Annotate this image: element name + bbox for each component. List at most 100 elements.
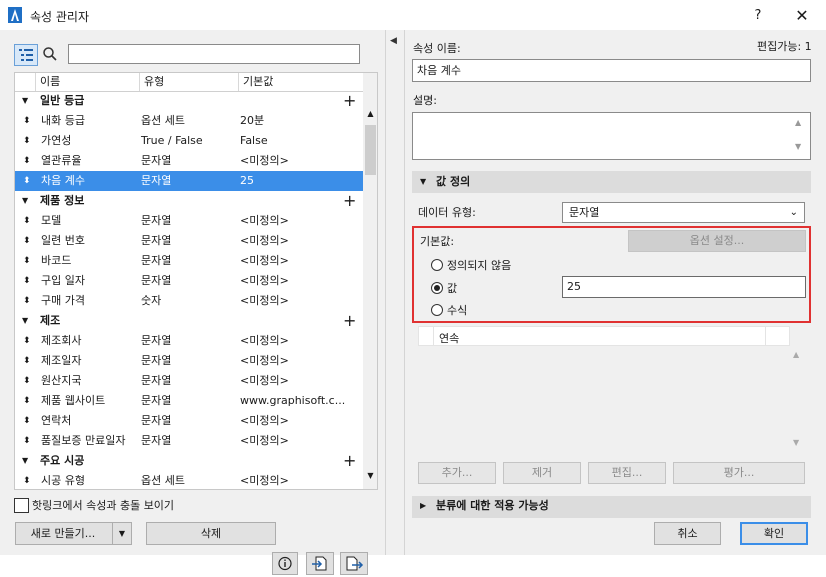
delete-button[interactable]: 삭제 <box>146 522 276 545</box>
property-row[interactable]: ⬍ 제조일자 문자열 <미정의> <box>15 351 363 371</box>
property-type-cell: 숫자 <box>141 294 162 307</box>
help-button[interactable]: ? <box>748 6 768 26</box>
group-row[interactable]: ▼ 제품 정보 + <box>15 191 363 211</box>
property-name-cell: 모델 <box>41 214 62 227</box>
reorder-handle-icon[interactable]: ⬍ <box>23 411 31 431</box>
reorder-handle-icon[interactable]: ⬍ <box>23 291 31 311</box>
add-property-plus-icon[interactable]: + <box>343 451 356 471</box>
option-settings-button[interactable]: 옵션 설정... <box>628 230 806 252</box>
property-type-cell: True / False <box>141 134 203 147</box>
property-row[interactable]: ⬍ 차음 계수 문자열 25 <box>15 171 363 191</box>
reorder-handle-icon[interactable]: ⬍ <box>23 151 31 171</box>
radio-undefined[interactable] <box>431 259 443 271</box>
property-name-cell: 내화 등급 <box>41 114 85 127</box>
add-property-plus-icon[interactable]: + <box>343 91 356 111</box>
reorder-handle-icon[interactable]: ⬍ <box>23 231 31 251</box>
reorder-handle-icon[interactable]: ⬍ <box>23 111 31 131</box>
property-row[interactable]: ⬍ 제품 웹사이트 문자열 www.graphisoft.c... <box>15 391 363 411</box>
export-button[interactable] <box>340 552 368 575</box>
dropdown-arrow-icon[interactable]: ▼ <box>112 523 131 544</box>
collapse-arrow-icon[interactable]: ▼ <box>22 451 28 471</box>
reorder-handle-icon[interactable]: ⬍ <box>23 211 31 231</box>
radio-value[interactable] <box>431 282 443 294</box>
reorder-handle-icon[interactable]: ⬍ <box>23 131 31 151</box>
property-default-cell: <미정의> <box>240 254 289 267</box>
table-scrollbar[interactable]: ▲ ▼ <box>363 73 377 489</box>
reorder-handle-icon[interactable]: ⬍ <box>23 351 31 371</box>
property-row[interactable]: ⬍ 원산지국 문자열 <미정의> <box>15 371 363 391</box>
property-row[interactable]: ⬍ 모델 문자열 <미정의> <box>15 211 363 231</box>
column-header-name[interactable]: 이름 <box>35 73 139 91</box>
reorder-handle-icon[interactable]: ⬍ <box>23 471 31 489</box>
description-scroll-up-icon[interactable]: ▲ <box>795 118 801 127</box>
close-button[interactable]: ✕ <box>792 6 812 26</box>
group-row[interactable]: ▼ 주요 시공 + <box>15 451 363 471</box>
property-name-cell: 구매 가격 <box>41 294 85 307</box>
group-row[interactable]: ▼ 일반 등급 + <box>15 91 363 111</box>
scroll-down-arrow-icon[interactable]: ▼ <box>363 471 377 485</box>
collapse-arrow-icon[interactable]: ▼ <box>22 311 28 331</box>
collapse-arrow-icon[interactable]: ▼ <box>22 91 28 111</box>
reorder-handle-icon[interactable]: ⬍ <box>23 391 31 411</box>
scroll-up-arrow-icon[interactable]: ▲ <box>363 109 377 123</box>
search-input[interactable] <box>68 44 360 64</box>
description-scroll-down-icon[interactable]: ▼ <box>795 142 801 151</box>
reorder-handle-icon[interactable]: ⬍ <box>23 251 31 271</box>
property-row[interactable]: ⬍ 일련 번호 문자열 <미정의> <box>15 231 363 251</box>
property-row[interactable]: ⬍ 구입 일자 문자열 <미정의> <box>15 271 363 291</box>
add-property-plus-icon[interactable]: + <box>343 191 356 211</box>
data-type-select[interactable]: 문자열 ⌄ <box>562 202 805 223</box>
import-button[interactable] <box>306 552 334 575</box>
group-label: 주요 시공 <box>40 454 85 467</box>
property-name-cell: 일련 번호 <box>41 234 85 247</box>
property-row[interactable]: ⬍ 내화 등급 옵션 세트 20분 <box>15 111 363 131</box>
remove-value-button[interactable]: 제거 <box>503 462 581 484</box>
property-row[interactable]: ⬍ 가연성 True / False False <box>15 131 363 151</box>
property-default-cell: <미정의> <box>240 334 289 347</box>
property-row[interactable]: ⬍ 품질보증 만료일자 문자열 <미정의> <box>15 431 363 451</box>
property-row[interactable]: ⬍ 바코드 문자열 <미정의> <box>15 251 363 271</box>
ok-button[interactable]: 확인 <box>740 522 808 545</box>
column-header-type[interactable]: 유형 <box>139 73 238 91</box>
property-name-input[interactable]: 차음 계수 <box>412 59 811 82</box>
property-table: 이름 유형 기본값 ▼ 일반 등급 + ⬍ 내화 등급 옵션 세트 20분 ⬍ 가연성 True … <box>14 72 378 490</box>
collapse-arrow-icon[interactable]: ▼ <box>22 191 28 211</box>
list-scroll-up-icon[interactable]: ▲ <box>793 350 799 359</box>
list-scroll-down-icon[interactable]: ▼ <box>793 438 799 447</box>
new-property-button[interactable]: 새로 만들기... ▼ <box>15 522 132 545</box>
description-textarea[interactable] <box>412 112 811 160</box>
reorder-handle-icon[interactable]: ⬍ <box>23 171 31 191</box>
add-value-button[interactable]: 추가... <box>418 462 496 484</box>
property-default-cell: <미정의> <box>240 374 289 387</box>
column-header-default[interactable]: 기본값 <box>238 73 337 91</box>
radio-formula[interactable] <box>431 304 443 316</box>
property-row[interactable]: ⬍ 제조회사 문자열 <미정의> <box>15 331 363 351</box>
scroll-thumb[interactable] <box>365 125 376 175</box>
reorder-handle-icon[interactable]: ⬍ <box>23 431 31 451</box>
edit-value-button[interactable]: 편집... <box>588 462 666 484</box>
reorder-handle-icon[interactable]: ⬍ <box>23 271 31 291</box>
info-button[interactable] <box>272 552 298 575</box>
panel-splitter[interactable]: ◀ <box>385 30 405 555</box>
default-value-label: 기본값: <box>420 235 455 248</box>
classification-section-header[interactable]: ▶ 분류에 대한 적용 가능성 <box>412 496 811 518</box>
radio-value-label: 값 <box>447 282 458 295</box>
property-type-cell: 문자열 <box>141 394 172 407</box>
property-row[interactable]: ⬍ 구매 가격 숫자 <미정의> <box>15 291 363 311</box>
add-property-plus-icon[interactable]: + <box>343 311 356 331</box>
collapse-left-arrow-icon[interactable]: ◀ <box>390 36 397 46</box>
reorder-handle-icon[interactable]: ⬍ <box>23 331 31 351</box>
property-row[interactable]: ⬍ 연락처 문자열 <미정의> <box>15 411 363 431</box>
group-row[interactable]: ▼ 제조 + <box>15 311 363 331</box>
property-row[interactable]: ⬍ 열관류율 문자열 <미정의> <box>15 151 363 171</box>
cancel-button[interactable]: 취소 <box>654 522 721 545</box>
evaluate-button[interactable]: 평가... <box>673 462 805 484</box>
property-row[interactable]: ⬍ 시공 유형 옵션 세트 <미정의> <box>15 471 363 489</box>
property-default-cell: <미정의> <box>240 354 289 367</box>
property-type-cell: 문자열 <box>141 254 172 267</box>
reorder-handle-icon[interactable]: ⬍ <box>23 371 31 391</box>
default-value-input[interactable]: 25 <box>562 276 806 298</box>
hotlink-conflict-checkbox[interactable] <box>14 498 29 513</box>
value-definition-section-header[interactable]: ▼ 값 정의 <box>412 171 811 193</box>
tree-view-toggle-button[interactable] <box>14 44 38 66</box>
